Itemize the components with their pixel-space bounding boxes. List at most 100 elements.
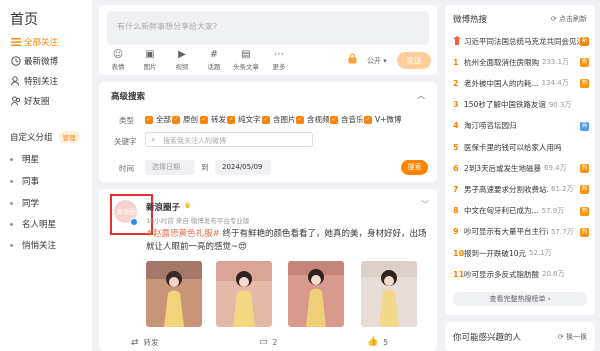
manage-button[interactable]: 管理 (58, 131, 80, 143)
tool-article[interactable]: ▤ 头条文章 (233, 49, 259, 71)
comment-button[interactable]: ▭ 2 (259, 337, 277, 347)
end-date-input[interactable]: 2024/05/09 (215, 160, 271, 175)
crown-icon: ♛ (184, 201, 192, 210)
nav-item-label: 特别关注 (24, 77, 59, 87)
user-name[interactable]: 新浪圈子 (146, 201, 180, 213)
group-item[interactable]: 名人明星 (10, 218, 56, 230)
type-option-label: 纯文字 (238, 115, 261, 124)
type-checkbox[interactable]: ✓ 含音乐 (330, 114, 364, 125)
type-checkbox[interactable]: ✓ 含视频 (296, 114, 330, 125)
hashtag-link[interactable]: #赵露思黄色礼服# (146, 229, 220, 239)
hot-search-text: 中文在匈牙利已成为... (464, 206, 539, 216)
tool-topic[interactable]: # 话题 (201, 49, 227, 71)
hot-search-item[interactable]: 3 150秒了解中国铁路友谊 90.3万 (453, 98, 589, 112)
clock-icon (10, 56, 21, 67)
post-actions: ⇄ 转发 ▭ 2 👍 5 (99, 335, 437, 351)
hot-search-count: 61.2万 (551, 185, 574, 194)
post-photo[interactable] (216, 261, 272, 327)
post-card: 新浪圈子 新浪圈子 ♛ 16小时前 来自 微博发布平台专业版 ﹀ #赵露思黄色礼… (99, 189, 437, 351)
rank-number: 10 (453, 248, 465, 258)
hot-search-text: 2到3天后或发生地磁暴 (464, 163, 542, 173)
post-textarea[interactable]: 有什么新鲜事想分享给大家? (107, 11, 429, 45)
rank-number: 8 (453, 206, 459, 216)
type-checkbox[interactable]: ✓ 原创 (172, 114, 198, 125)
hot-search-item[interactable]: 2 老外被中国人的内耗... 134.4万 热 (453, 76, 589, 90)
post-photo[interactable] (146, 261, 202, 327)
repost-icon: ⇄ (131, 337, 139, 348)
hot-badge-icon: 热 (580, 58, 589, 68)
start-date-input[interactable]: 选择日期 (145, 160, 195, 175)
emoji: 😍 (238, 242, 247, 252)
hot-search-item[interactable]: 8 中文在匈牙利已成为... 57.9万 热 (453, 204, 589, 218)
rank-number: 5 (453, 142, 459, 152)
type-option-label: 转发 (211, 115, 226, 124)
type-option-label: 全部 (156, 115, 171, 124)
refresh-icon: ⟳ (550, 15, 559, 23)
hot-search-item[interactable]: 5 医保卡里的钱可以给家人用吗 (453, 140, 589, 154)
tool-label: 更多 (272, 63, 286, 71)
hot-search-count: 134.4万 (541, 79, 569, 88)
hot-search-item[interactable]: 习近平同法国总统马克龙共同会见法国友好...新 (453, 34, 589, 48)
search-button[interactable]: 搜索 (401, 160, 428, 175)
type-checkbox[interactable]: ✓ V+微博 (364, 114, 401, 125)
hot-search-text: 男子高速要求分割收费站... (464, 184, 548, 194)
tool-image[interactable]: ▣ 图片 (137, 49, 163, 71)
change-button[interactable]: ⟳ 换一换 (558, 332, 587, 342)
tool-more[interactable]: ⋯ 更多 (266, 49, 292, 71)
type-checkbox[interactable]: ✓ 纯文字 (227, 114, 261, 125)
hot-search-item[interactable]: 6 2到3天后或发生地磁暴 69.4万 热 (453, 161, 589, 175)
chevron-up-icon[interactable]: ︿ (417, 90, 425, 101)
group-item[interactable]: 同事 (10, 175, 39, 187)
comment-count: 2 (272, 337, 278, 347)
hot-search-count: 57.7万 (551, 227, 574, 236)
tool-emoji[interactable]: ☺ 表情 (105, 49, 131, 71)
refresh-button[interactable]: ⟳ 点击刷新 (551, 14, 587, 24)
hot-search-item[interactable]: 1 杭州全面取消住房限购 233.1万 热 (453, 55, 589, 69)
type-option-label: 原创 (183, 115, 198, 124)
nav-item-friends[interactable]: 好友圈 (10, 94, 50, 108)
keyword-input[interactable]: ⌕ 搜索我关注人的微博 (145, 132, 313, 147)
view-full-hot-button[interactable]: 查看完整热搜榜单 › (453, 292, 587, 306)
type-checkbox[interactable]: ✓ 转发 (200, 114, 226, 125)
chevron-down-icon[interactable]: ﹀ (421, 199, 429, 210)
friends-icon (10, 96, 21, 107)
type-checkbox[interactable]: ✓ 含图片 (262, 114, 296, 125)
group-item[interactable]: 悄悄关注 (10, 239, 56, 251)
repost-label: 转发 (143, 338, 159, 347)
hot-search-count: 20.6万 (542, 270, 565, 279)
hot-badge-icon: 商 (580, 121, 589, 131)
post-meta: 16小时前 来自 微博发布平台专业版 (146, 217, 250, 225)
visibility-select[interactable]: 公开 ▾ (367, 56, 387, 66)
hot-search-item[interactable]: 10 报到一开跌破10元 52.1万 (453, 246, 589, 260)
tool-label: 视频 (175, 63, 189, 71)
nav-item-all-follow[interactable]: 全部关注 (10, 35, 58, 49)
post-photo[interactable] (288, 261, 344, 327)
group-item[interactable]: 同学 (10, 197, 39, 209)
group-item[interactable]: 明星 (10, 153, 39, 165)
send-button[interactable]: 发送 (397, 52, 431, 69)
nav-item-latest[interactable]: 最新微博 (10, 54, 58, 68)
tool-label: 头条文章 (233, 63, 259, 71)
rank-number: 1 (453, 57, 459, 67)
home-title[interactable]: 首页 (10, 9, 38, 29)
refresh-label: 点击刷新 (559, 15, 587, 23)
check-icon: ✓ (145, 115, 153, 124)
hot-search-count: 69.4万 (544, 164, 567, 173)
repost-button[interactable]: ⇄ 转发 (131, 337, 159, 348)
group-item-label: 悄悄关注 (22, 241, 57, 251)
check-icon: ✓ (227, 115, 235, 124)
like-button[interactable]: 👍 5 (367, 337, 388, 347)
hot-search-text: 医保卡里的钱可以给家人用吗 (464, 142, 562, 152)
hot-search-item[interactable]: 7 男子高速要求分割收费站... 61.2万热 (453, 182, 589, 196)
type-checkbox[interactable]: ✓ 全部 (145, 114, 171, 125)
dot-icon (10, 157, 13, 161)
hot-search-item[interactable]: 9 吵可显示有大量平台主行动 57.7万热 (453, 225, 589, 239)
nav-item-special[interactable]: 特别关注 (10, 74, 58, 88)
post-photo[interactable] (361, 261, 417, 327)
hot-badge-icon: 热 (580, 206, 589, 216)
hot-search-item[interactable]: 11 吵可显示多反式脂肪酸 20.6万 (453, 267, 589, 281)
tool-video[interactable]: ▶ 视频 (169, 49, 195, 71)
list-icon (10, 37, 21, 48)
hot-search-text: 淘汀唠咨坛园归 (464, 121, 517, 131)
hot-search-item[interactable]: 4 淘汀唠咨坛园归 商 (453, 119, 589, 133)
